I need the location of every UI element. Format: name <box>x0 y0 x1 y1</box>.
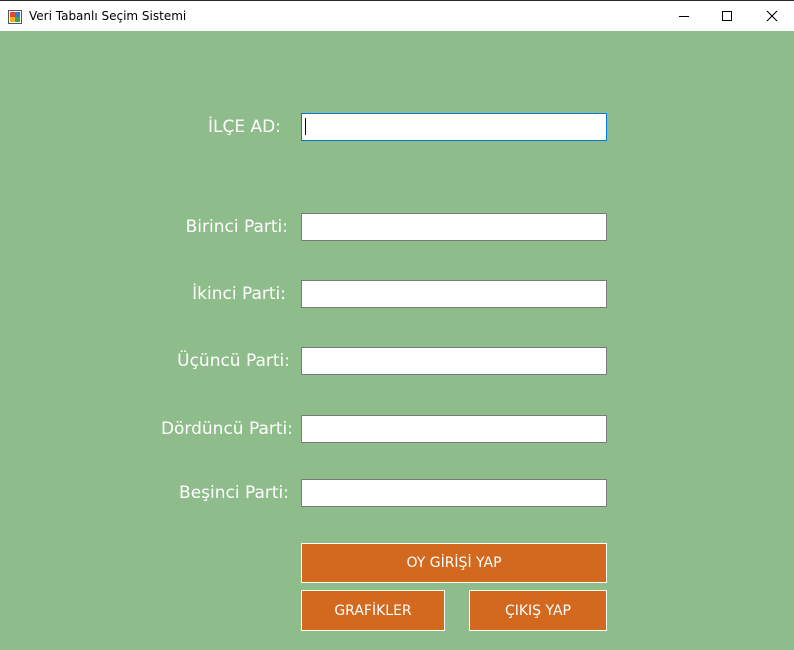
text-caret <box>305 118 306 135</box>
exit-button[interactable]: ÇIKIŞ YAP <box>469 590 607 631</box>
maximize-button[interactable] <box>704 1 750 31</box>
party2-input[interactable] <box>301 280 607 308</box>
party1-input[interactable] <box>301 213 607 241</box>
party5-label: Beşinci Parti: <box>179 483 289 503</box>
party3-label: Üçüncü Parti: <box>177 351 290 371</box>
app-icon <box>8 9 22 24</box>
ilce-input[interactable] <box>301 113 607 141</box>
charts-button[interactable]: GRAFİKLER <box>301 590 445 631</box>
maximize-icon <box>721 7 733 26</box>
party4-input[interactable] <box>301 415 607 443</box>
window-title: Veri Tabanlı Seçim Sistemi <box>29 9 187 23</box>
party5-input[interactable] <box>301 479 607 507</box>
party3-input[interactable] <box>301 347 607 375</box>
close-icon <box>766 7 778 26</box>
party2-label: İkinci Parti: <box>192 284 286 304</box>
app-window: Veri Tabanlı Seçim Sistemi İLÇE AD: Biri… <box>0 0 794 650</box>
minimize-icon <box>678 7 690 26</box>
minimize-button[interactable] <box>661 1 707 31</box>
party1-label: Birinci Parti: <box>185 217 288 237</box>
ilce-label: İLÇE AD: <box>208 117 281 137</box>
title-bar: Veri Tabanlı Seçim Sistemi <box>0 0 794 31</box>
vote-entry-button[interactable]: OY GİRİŞİ YAP <box>301 543 607 583</box>
close-button[interactable] <box>749 1 794 31</box>
party4-label: Dördüncü Parti: <box>160 419 293 439</box>
